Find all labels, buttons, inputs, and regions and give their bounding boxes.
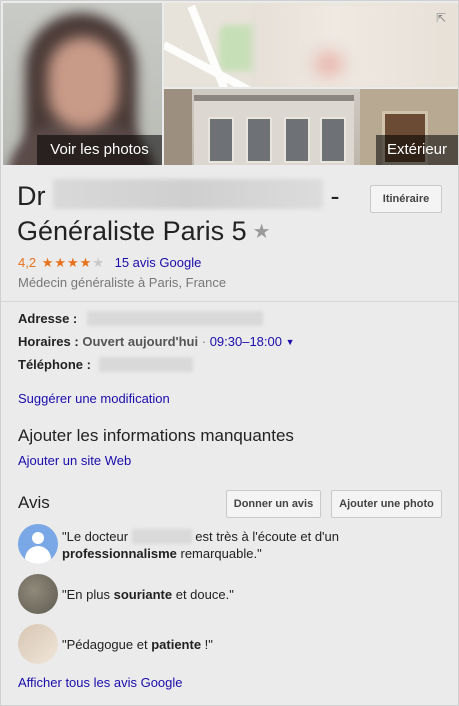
star-filled-icon: ★★★★ xyxy=(41,255,93,270)
phone-label: Téléphone : xyxy=(18,357,91,372)
chevron-down-icon[interactable]: ▼ xyxy=(286,337,295,347)
review-item: "En plus souriante et douce." xyxy=(18,574,438,614)
add-website-link[interactable]: Ajouter un site Web xyxy=(18,453,131,468)
reviews-title: Avis xyxy=(18,493,50,512)
review-item: "Pédagogue et patiente !" xyxy=(18,624,438,664)
expand-icon[interactable]: ⇱ xyxy=(434,11,448,25)
map-thumbnail[interactable]: ⇱ xyxy=(164,3,458,87)
missing-info-title: Ajouter les informations manquantes xyxy=(18,426,294,445)
redacted-address xyxy=(86,311,263,326)
redacted-phone xyxy=(98,357,193,372)
rating-stars: ★★★★★ xyxy=(42,255,105,270)
hours-dropdown[interactable]: 09:30–18:00 xyxy=(210,334,282,349)
exterior-button[interactable]: Extérieur xyxy=(376,135,458,165)
rating-score: 4,2 xyxy=(18,255,37,270)
see-all-reviews-link[interactable]: Afficher tous les avis Google xyxy=(18,675,183,690)
reviews-link[interactable]: 15 avis Google xyxy=(115,255,202,270)
star-icon[interactable]: ★ xyxy=(253,221,271,243)
title-suffix: Généraliste Paris 5 xyxy=(17,216,247,246)
phone-row: Téléphone : xyxy=(18,357,193,372)
redacted-name xyxy=(53,179,324,209)
title-separator: - xyxy=(330,181,340,211)
category: Médecin généraliste à Paris, France xyxy=(18,275,227,290)
page-title: Dr - Généraliste Paris 5 ★ xyxy=(17,179,347,250)
avatar xyxy=(18,574,58,614)
address-row: Adresse : xyxy=(18,311,263,326)
open-status: Ouvert aujourd'hui xyxy=(82,334,199,349)
review-text: "En plus souriante et douce." xyxy=(62,587,234,602)
redacted-name xyxy=(131,529,192,544)
review-text: "Le docteur est très à l'écoute et d'un … xyxy=(62,529,340,561)
review-item: "Le docteur est très à l'écoute et d'un … xyxy=(18,524,438,566)
see-photos-button[interactable]: Voir les photos xyxy=(37,135,162,165)
avatar xyxy=(18,524,58,564)
add-photo-button[interactable]: Ajouter une photo xyxy=(331,490,442,518)
rating-row: 4,2 ★★★★★ 15 avis Google xyxy=(18,255,201,271)
itinerary-button[interactable]: Itinéraire xyxy=(370,185,442,213)
review-text: "Pédagogue et patiente !" xyxy=(62,637,213,652)
title-prefix: Dr xyxy=(17,181,46,211)
hours-separator: · xyxy=(201,334,207,349)
photo-header: ⇱ Voir les photos Extérieur xyxy=(3,3,458,165)
knowledge-panel: ⇱ Voir les photos Extérieur Dr - Général… xyxy=(0,0,459,706)
address-label: Adresse : xyxy=(18,311,78,326)
give-review-button[interactable]: Donner un avis xyxy=(226,490,321,518)
star-empty-icon: ★ xyxy=(92,255,105,270)
avatar xyxy=(18,624,58,664)
suggest-edit-link[interactable]: Suggérer une modification xyxy=(18,391,170,406)
divider xyxy=(1,301,458,302)
hours-row: Horaires : Ouvert aujourd'hui · 09:30–18… xyxy=(18,334,295,349)
hours-label: Horaires : xyxy=(18,334,79,349)
